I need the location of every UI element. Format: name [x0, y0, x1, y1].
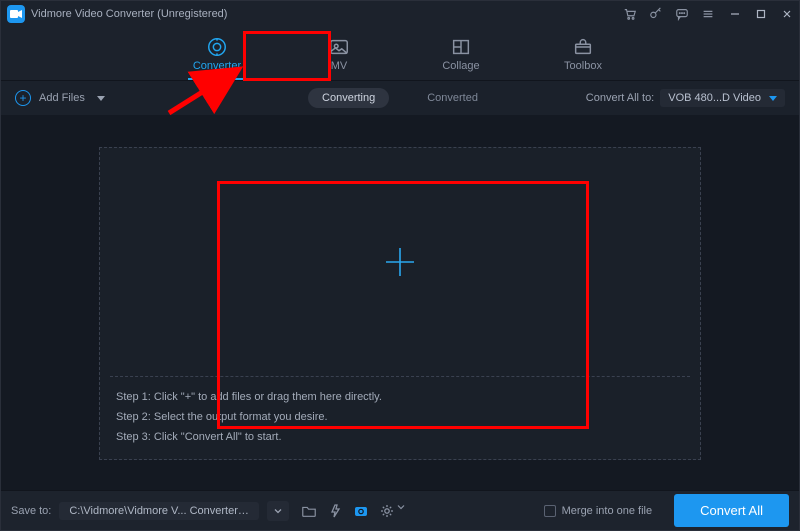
speed-icon[interactable]	[353, 503, 369, 519]
convert-all-to-label: Convert All to:	[586, 92, 654, 104]
nav-collage[interactable]: Collage	[420, 27, 502, 80]
key-icon[interactable]	[649, 7, 663, 21]
folder-open-icon[interactable]	[301, 504, 317, 518]
mv-icon	[328, 36, 350, 58]
window-controls	[729, 8, 793, 20]
dropzone-add-area[interactable]	[100, 148, 700, 376]
app-logo	[7, 5, 25, 23]
sub-toolbar: + Add Files Converting Converted Convert…	[1, 81, 799, 115]
titlebar: Vidmore Video Converter (Unregistered)	[1, 1, 799, 27]
convert-all-button[interactable]: Convert All	[674, 494, 789, 527]
step-3: Step 3: Click "Convert All" to start.	[116, 431, 684, 443]
add-files-button[interactable]: + Add Files	[15, 90, 105, 106]
app-window: Vidmore Video Converter (Unregistered) C…	[0, 0, 800, 531]
step-1: Step 1: Click "+" to add files or drag t…	[116, 391, 684, 403]
speech-bubble-icon[interactable]	[675, 7, 689, 21]
hamburger-icon[interactable]	[701, 7, 715, 21]
step-2: Step 2: Select the output format you des…	[116, 411, 684, 423]
titlebar-actions	[623, 7, 715, 21]
main-nav: Converter MV Collage Toolbox	[1, 27, 799, 81]
nav-toolbox[interactable]: Toolbox	[542, 27, 624, 80]
save-path-dropdown[interactable]	[267, 501, 289, 521]
checkbox-icon	[544, 505, 556, 517]
converter-icon	[206, 36, 228, 58]
dropzone[interactable]: Step 1: Click "+" to add files or drag t…	[99, 147, 701, 460]
merge-label: Merge into one file	[562, 505, 653, 517]
gear-icon[interactable]	[379, 503, 405, 519]
cart-icon[interactable]	[623, 7, 637, 21]
bottom-bar: Save to: C:\Vidmore\Vidmore V... Convert…	[1, 490, 799, 530]
tab-converting[interactable]: Converting	[308, 88, 389, 108]
bottom-tool-icons	[301, 503, 405, 519]
convert-all-to: Convert All to: VOB 480...D Video	[586, 89, 785, 107]
save-to-label: Save to:	[11, 505, 51, 517]
nav-converter-label: Converter	[193, 60, 241, 72]
gpu-toggle-icon[interactable]	[327, 503, 343, 519]
output-format-select[interactable]: VOB 480...D Video	[660, 89, 785, 107]
nav-collage-label: Collage	[442, 60, 479, 72]
toolbox-icon	[572, 36, 594, 58]
nav-converter[interactable]: Converter	[176, 27, 258, 80]
add-files-label: Add Files	[39, 92, 85, 104]
tab-converted[interactable]: Converted	[413, 88, 492, 108]
app-title: Vidmore Video Converter (Unregistered)	[31, 8, 227, 20]
chevron-down-icon	[769, 96, 777, 101]
status-tabs: Converting Converted	[308, 88, 492, 108]
nav-toolbox-label: Toolbox	[564, 60, 602, 72]
close-icon[interactable]	[781, 8, 793, 20]
output-format-value: VOB 480...D Video	[668, 92, 761, 104]
save-path-value[interactable]: C:\Vidmore\Vidmore V... Converter\Conver…	[59, 502, 259, 520]
merge-checkbox[interactable]: Merge into one file	[544, 505, 653, 517]
chevron-down-icon	[97, 96, 105, 101]
maximize-icon[interactable]	[755, 8, 767, 20]
nav-mv[interactable]: MV	[298, 27, 380, 80]
add-plus-icon[interactable]	[382, 244, 418, 280]
collage-icon	[450, 36, 472, 58]
minimize-icon[interactable]	[729, 8, 741, 20]
plus-circle-icon: +	[15, 90, 31, 106]
main-content: Step 1: Click "+" to add files or drag t…	[1, 115, 799, 490]
instructions: Step 1: Click "+" to add files or drag t…	[100, 377, 700, 459]
nav-mv-label: MV	[331, 60, 348, 72]
